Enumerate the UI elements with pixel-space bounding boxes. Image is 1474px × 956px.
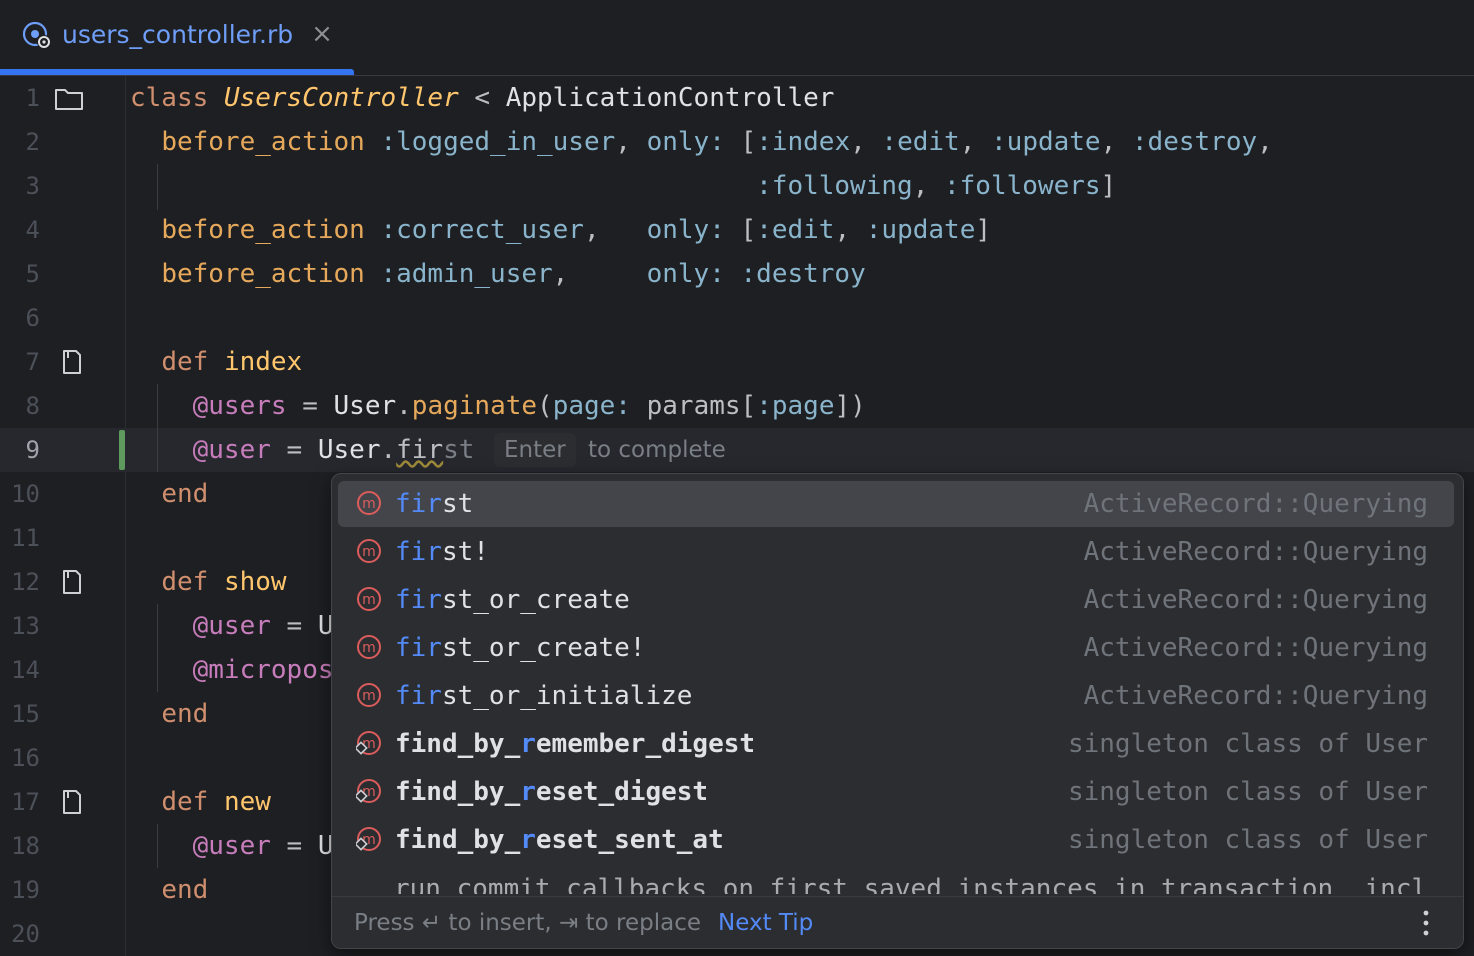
- completion-type: ActiveRecord::Querying: [1083, 489, 1428, 519]
- method-icon: m: [357, 539, 381, 563]
- code-text: end: [161, 875, 209, 905]
- completion-name: find_by_reset_sent_at: [395, 825, 724, 855]
- code-text: @micropos: [192, 655, 334, 685]
- line-number: 12: [11, 568, 40, 596]
- code-line[interactable]: 4 before_action :correct_user, only: [:e…: [0, 208, 1474, 252]
- completion-name: first_or_create!: [395, 633, 646, 663]
- next-tip-link[interactable]: Next Tip: [718, 897, 813, 948]
- line-number: 7: [25, 348, 40, 376]
- ruby-controller-file-icon: [22, 21, 51, 49]
- line-number: 19: [11, 876, 40, 904]
- completion-footer-hint: Press ↵ to insert, ⇥ to replace: [354, 910, 701, 936]
- line-number: 9: [25, 436, 40, 464]
- method-icon: m: [357, 491, 381, 515]
- code-line[interactable]: 6: [0, 296, 1474, 340]
- line-number: 15: [11, 700, 40, 728]
- svg-text:m: m: [362, 592, 376, 608]
- completion-type: ActiveRecord::Querying: [1083, 681, 1428, 711]
- completion-name: first: [395, 489, 474, 519]
- code-line[interactable]: 7 def index: [0, 340, 1474, 384]
- code-text: def show: [161, 567, 287, 597]
- completion-popup: m first ActiveRecord::Querying m first! …: [331, 473, 1464, 949]
- code-line[interactable]: 8 @users = User.paginate(page: params[:p…: [0, 384, 1474, 428]
- line-number: 17: [11, 788, 40, 816]
- code-text: @user = U: [192, 831, 334, 861]
- line-number: 5: [25, 260, 40, 288]
- singleton-method-icon: m: [356, 827, 381, 851]
- code-line[interactable]: 5 before_action :admin_user, only: :dest…: [0, 252, 1474, 296]
- code-text: @user = User.first: [192, 435, 475, 465]
- completion-name: find_by_remember_digest: [395, 729, 756, 759]
- code-text: before_action :logged_in_user, only: [:i…: [161, 127, 1273, 157]
- completion-item[interactable]: m first_or_create! ActiveRecord::Queryin…: [338, 625, 1454, 671]
- completion-name: first_or_create: [395, 585, 630, 615]
- code-text: end: [161, 479, 209, 509]
- line-number: 8: [25, 392, 40, 420]
- code-line[interactable]: 3 :following, :followers]: [0, 164, 1474, 208]
- method-icon: m: [357, 683, 381, 707]
- completion-type: singleton class of User: [1067, 825, 1428, 855]
- completion-type: ActiveRecord::Querying: [1083, 585, 1428, 615]
- completion-type: ActiveRecord::Querying: [1083, 537, 1428, 567]
- completion-item[interactable]: m find_by_reset_digest singleton class o…: [338, 769, 1454, 815]
- code-text: @users = User.paginate(page: params[:pag…: [192, 391, 866, 421]
- line-number: 10: [11, 480, 40, 508]
- svg-text:m: m: [362, 496, 376, 512]
- line-number: 16: [11, 744, 40, 772]
- active-tab-indicator: [0, 69, 354, 75]
- svg-text:m: m: [362, 640, 376, 656]
- completion-name: first_or_initialize: [395, 681, 693, 711]
- completion-name: find_by_reset_digest: [395, 777, 709, 807]
- line-number: 13: [11, 612, 40, 640]
- code-text: def index: [161, 347, 303, 377]
- line-number: 11: [11, 524, 40, 552]
- code-text: @user = U: [192, 611, 334, 641]
- svg-text:m: m: [362, 544, 376, 560]
- line-number: 3: [25, 172, 40, 200]
- close-icon[interactable]: ×: [308, 20, 336, 48]
- code-text: def new: [161, 787, 271, 817]
- completion-type: singleton class of User: [1067, 777, 1428, 807]
- line-number: 14: [11, 656, 40, 684]
- inline-completion-key: Enter: [494, 433, 576, 467]
- method-icon: m: [357, 587, 381, 611]
- completion-footer: Press ↵ to insert, ⇥ to replace Next Tip: [332, 896, 1463, 948]
- completion-name: first!: [395, 537, 489, 567]
- tab-users-controller[interactable]: users_controller.rb ×: [0, 0, 354, 75]
- code-text: class UsersController < ApplicationContr…: [130, 83, 835, 113]
- inline-completion-hint: to complete: [588, 437, 726, 463]
- completion-item[interactable]: m first_or_initialize ActiveRecord::Quer…: [338, 673, 1454, 719]
- completion-item[interactable]: m first! ActiveRecord::Querying: [338, 529, 1454, 575]
- singleton-method-icon: m: [356, 731, 381, 755]
- more-options-icon[interactable]: [1414, 907, 1438, 939]
- completion-item[interactable]: m find_by_remember_digest singleton clas…: [338, 721, 1454, 767]
- completion-item[interactable]: m first_or_create ActiveRecord::Querying: [338, 577, 1454, 623]
- code-text: :following, :followers]: [756, 171, 1117, 201]
- code-text: before_action :correct_user, only: [:edi…: [161, 215, 992, 245]
- completion-type: singleton class of User: [1067, 729, 1428, 759]
- line-number: 6: [25, 304, 40, 332]
- code-line[interactable]: 1 class UsersController < ApplicationCon…: [0, 76, 1474, 120]
- method-icon: m: [357, 635, 381, 659]
- svg-text:m: m: [362, 688, 376, 704]
- tab-label: users_controller.rb: [62, 20, 294, 49]
- completion-item-partial[interactable]: run_commit_callbacks_on_first_saved_inst…: [394, 874, 1427, 894]
- line-number: 4: [25, 216, 40, 244]
- completion-item[interactable]: m first ActiveRecord::Querying: [338, 481, 1454, 527]
- singleton-method-icon: m: [356, 779, 381, 803]
- completion-type: ActiveRecord::Querying: [1083, 633, 1428, 663]
- code-text: before_action :admin_user, only: :destro…: [161, 259, 866, 289]
- code-line[interactable]: 2 before_action :logged_in_user, only: […: [0, 120, 1474, 164]
- completion-item[interactable]: m find_by_reset_sent_at singleton class …: [338, 817, 1454, 863]
- line-number: 20: [11, 920, 40, 948]
- code-line-current[interactable]: 9 @user = User.first: [0, 428, 1474, 472]
- editor-tab-bar: users_controller.rb ×: [0, 0, 1474, 76]
- line-number: 18: [11, 832, 40, 860]
- line-number: 2: [25, 128, 40, 156]
- line-number: 1: [25, 84, 40, 112]
- code-text: end: [161, 699, 209, 729]
